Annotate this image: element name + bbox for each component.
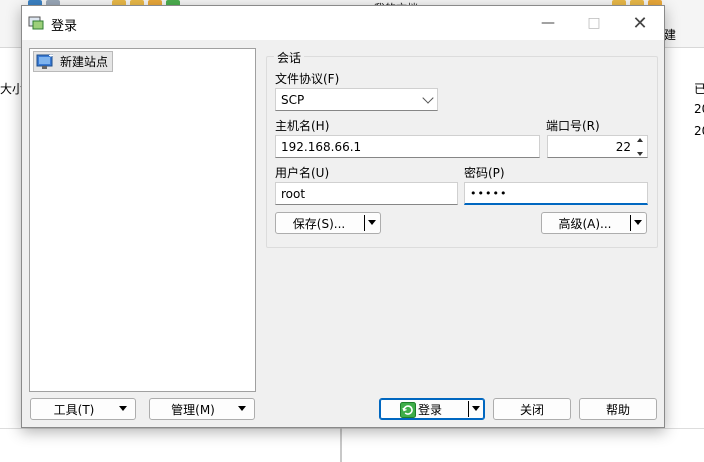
minimize-button[interactable]: — [525,6,571,40]
maximize-button[interactable]: □ [571,6,617,40]
host-input[interactable]: 192.168.66.1 [275,135,540,158]
login-button[interactable]: 登录 [379,398,485,420]
tools-button-label: 工具(T) [53,402,95,417]
site-tree[interactable]: 新建站点 [29,48,256,392]
close-window-button[interactable]: ✕ [617,6,663,40]
chevron-down-icon [422,92,434,104]
chevron-down-icon [634,220,642,225]
tools-button[interactable]: 工具(T) [30,398,136,420]
protocol-value: SCP [281,92,305,107]
close-icon: ✕ [632,12,648,34]
chevron-down-icon [472,406,480,411]
host-label: 主机名(H) [275,119,330,133]
background-new-button: 建 [664,28,677,42]
port-value: 22 [615,139,631,154]
background-local-panel [0,48,22,462]
split-divider [468,401,469,417]
username-label: 用户名(U) [275,166,330,180]
save-button[interactable]: 保存(S)... [275,212,381,234]
password-label: 密码(P) [464,166,505,180]
username-value: root [281,186,306,201]
background-remote-text-1: 20 [694,102,704,116]
port-input[interactable]: 22 [547,135,648,158]
protocol-label: 文件协议(F) [275,72,340,86]
close-button-label: 关闭 [519,402,544,417]
chevron-down-icon [119,406,127,411]
manage-button-label: 管理(M) [171,402,215,417]
advanced-button[interactable]: 高级(A)... [541,212,647,234]
port-label: 端口号(R) [546,119,600,133]
new-site-icon [36,53,53,69]
chevron-down-icon [238,406,246,411]
background-remote-text-0: 已 [694,82,704,96]
chevron-down-icon [368,220,376,225]
help-button-label: 帮助 [605,402,630,417]
protocol-select[interactable]: SCP [275,88,438,111]
split-divider [630,215,631,231]
login-button-label: 登录 [417,402,442,417]
background-splitter [340,428,342,462]
title-bar[interactable]: 登录 — □ ✕ [22,6,664,40]
background-status-area [0,428,704,462]
spin-down-icon[interactable] [637,152,643,156]
port-spinner[interactable] [635,138,645,156]
save-button-label: 保存(S)... [292,216,346,231]
session-group-title: 会话 [274,49,305,66]
login-dialog: 登录 — □ ✕ 新建站点 工具(T) 管理(M) 会话 文件协议(F) SCP… [21,5,665,428]
maximize-icon: □ [587,15,601,31]
minimize-icon: — [541,15,555,31]
tree-item-new-site[interactable]: 新建站点 [33,51,114,72]
split-divider [364,215,365,231]
username-input[interactable]: root [275,182,458,205]
login-icon [400,402,416,418]
manage-button[interactable]: 管理(M) [149,398,255,420]
help-button[interactable]: 帮助 [579,398,657,420]
winscp-app-icon [28,16,44,30]
tree-item-label: 新建站点 [60,55,109,69]
password-input[interactable]: ••••• [464,182,648,205]
spin-up-icon[interactable] [637,138,643,142]
dialog-title: 登录 [51,19,78,34]
advanced-button-label: 高级(A)... [558,216,612,231]
background-remote-text-2: 20 [694,124,704,138]
host-value: 192.168.66.1 [281,139,362,154]
password-value: ••••• [470,186,508,200]
close-button[interactable]: 关闭 [493,398,571,420]
